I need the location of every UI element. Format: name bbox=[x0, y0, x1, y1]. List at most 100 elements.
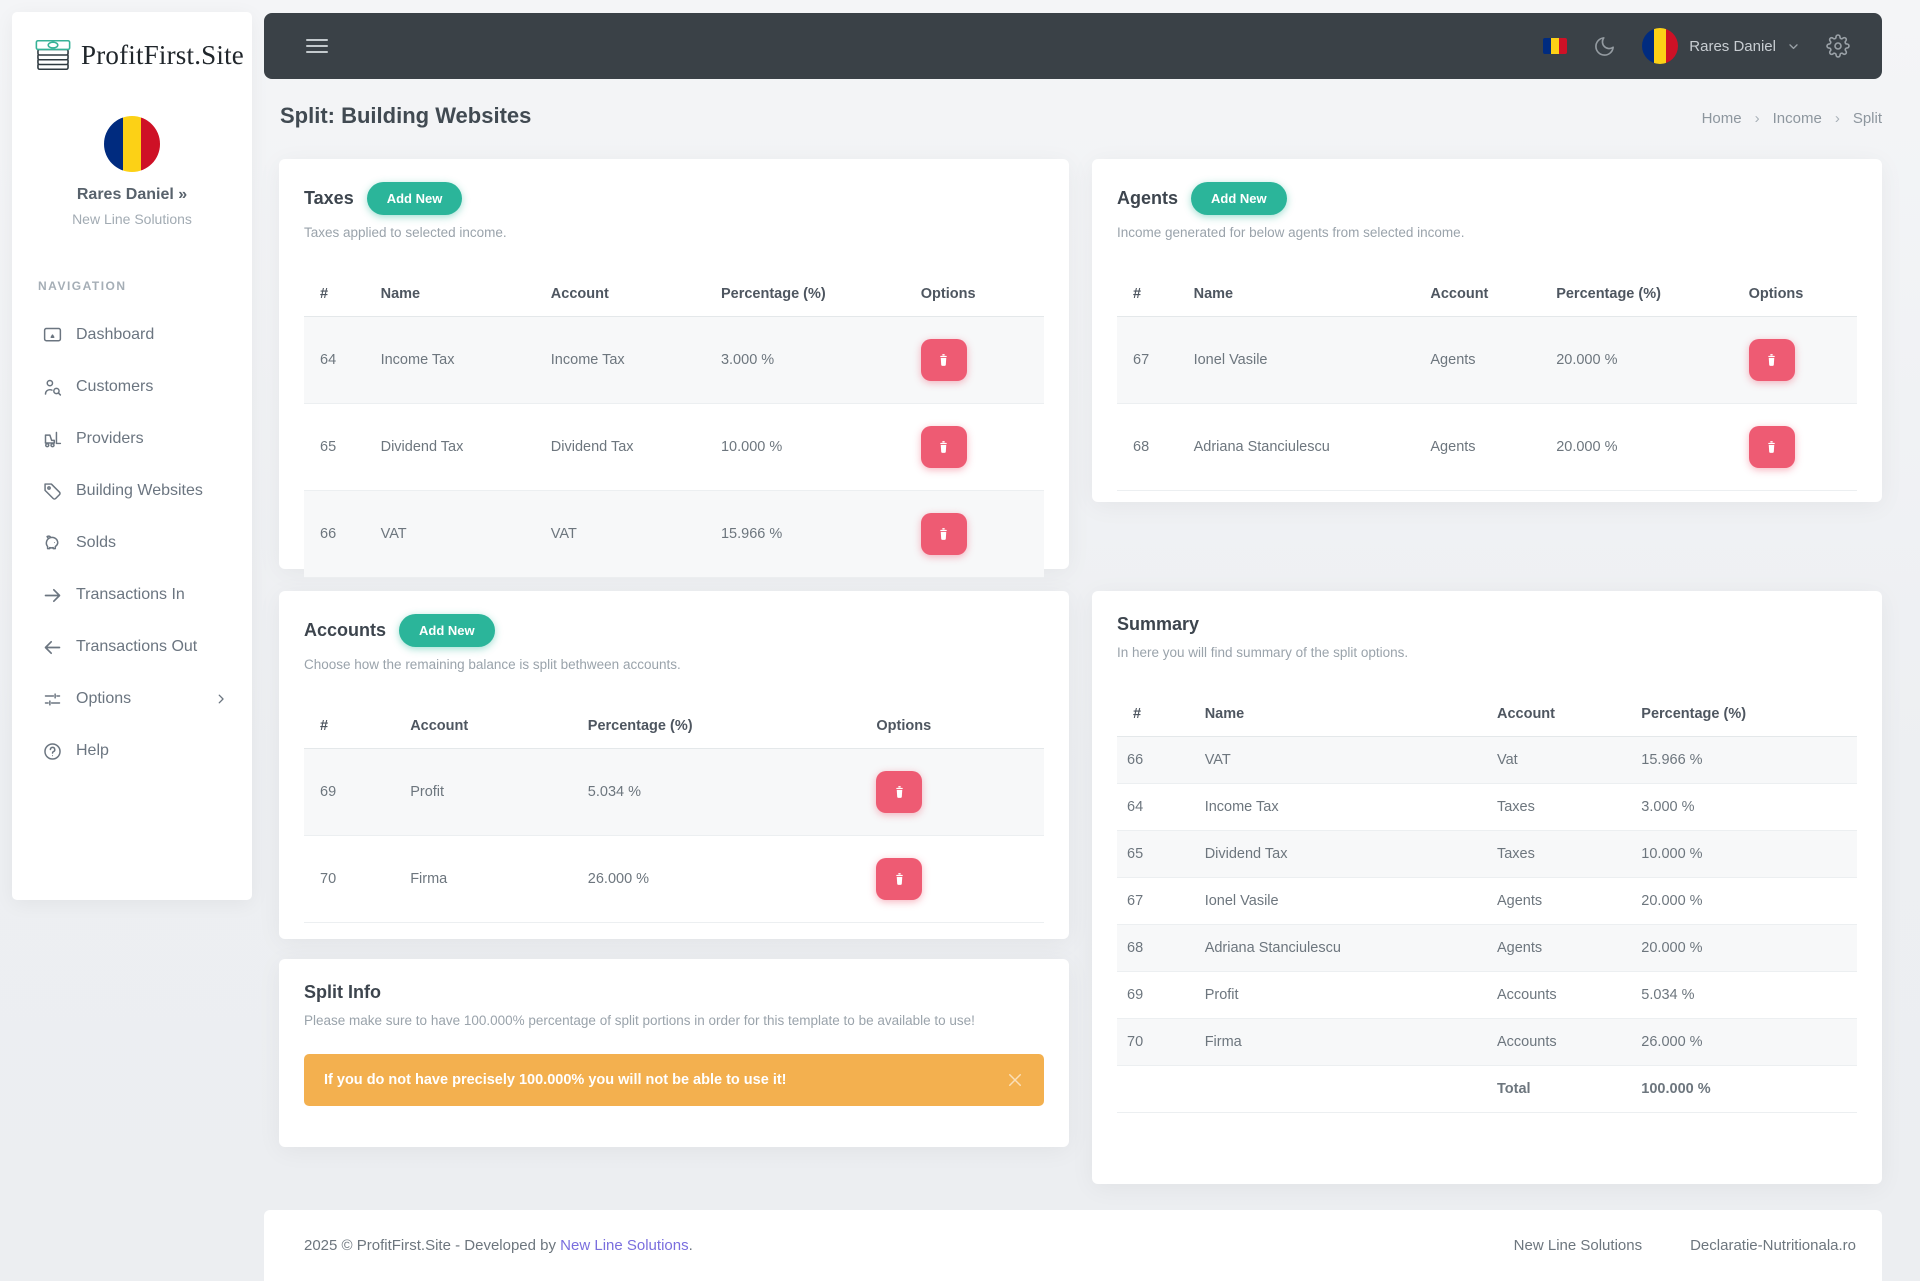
sidebar-item-help[interactable]: Help bbox=[12, 725, 252, 777]
sidebar-item-label: Transactions Out bbox=[76, 638, 198, 655]
sidebar: ProfitFirst.Site Rares Daniel » New Line… bbox=[12, 12, 252, 900]
table-row: 68 Adriana Stanciulescu Agents 20.000 % bbox=[1117, 404, 1857, 491]
developer-link[interactable]: New Line Solutions bbox=[560, 1237, 688, 1254]
footer-links: New Line Solutions Declaratie-Nutritiona… bbox=[1514, 1237, 1856, 1254]
table-cell: Profit bbox=[1204, 987, 1239, 1003]
table-cell: Ionel Vasile bbox=[1193, 352, 1268, 368]
sidebar-nav: Dashboard Customers Providers Building W… bbox=[12, 309, 252, 777]
column-header: Account bbox=[400, 704, 578, 749]
sidebar-item-customers[interactable]: Customers bbox=[12, 361, 252, 413]
column-header: Name bbox=[1194, 692, 1487, 737]
table-cell: Income Tax bbox=[380, 352, 455, 368]
table-cell: VAT bbox=[1204, 752, 1231, 768]
add-new-agent-button[interactable]: Add New bbox=[1191, 182, 1287, 215]
taxes-table: # Name Account Percentage (%) Options 64… bbox=[304, 272, 1044, 578]
options-cell bbox=[1739, 317, 1857, 404]
sidebar-item-label: Dashboard bbox=[76, 326, 155, 343]
sidebar-item-options[interactable]: Options bbox=[12, 673, 252, 725]
table-row: 69 Profit 5.034 % bbox=[304, 748, 1044, 836]
delete-button[interactable] bbox=[876, 771, 923, 813]
breadcrumb-home[interactable]: Home bbox=[1702, 110, 1742, 127]
footer-link-new-line-solutions[interactable]: New Line Solutions bbox=[1514, 1237, 1642, 1254]
delete-button[interactable] bbox=[1748, 339, 1795, 381]
column-header: Account bbox=[1486, 692, 1632, 737]
chevron-down-icon bbox=[1789, 43, 1798, 49]
add-new-account-button[interactable]: Add New bbox=[399, 614, 495, 647]
delete-button[interactable] bbox=[920, 513, 967, 555]
breadcrumb-separator: › bbox=[1754, 110, 1760, 127]
sidebar-item-providers[interactable]: Providers bbox=[12, 413, 252, 465]
warning-alert: If you do not have precisely 100.000% yo… bbox=[304, 1054, 1044, 1106]
user-name: Rares Daniel bbox=[1689, 37, 1776, 55]
table-row: 69 Profit Accounts 5.034 % bbox=[1117, 972, 1857, 1019]
trash-icon bbox=[940, 528, 948, 540]
breadcrumb-separator: › bbox=[1834, 110, 1840, 127]
piggy-bank-icon bbox=[45, 534, 59, 549]
forklift-icon bbox=[44, 431, 62, 447]
table-cell: VAT bbox=[380, 526, 407, 542]
trash-icon bbox=[1768, 441, 1775, 453]
table-row: 67 Ionel Vasile Agents 20.000 % bbox=[1117, 878, 1857, 925]
sidebar-item-dashboard[interactable]: Dashboard bbox=[12, 309, 252, 361]
delete-button[interactable] bbox=[920, 339, 967, 381]
copyright-suffix: . bbox=[688, 1237, 693, 1254]
table-cell: 68 bbox=[1133, 439, 1150, 455]
table-row: 68 Adriana Stanciulescu Agents 20.000 % bbox=[1117, 924, 1857, 972]
table-cell: 5.034 % bbox=[1641, 987, 1695, 1003]
settings-button[interactable] bbox=[1826, 34, 1850, 58]
profile-name[interactable]: Rares Daniel » bbox=[12, 186, 252, 204]
card-title: Summary bbox=[1117, 614, 1200, 634]
moon-icon bbox=[1595, 36, 1615, 56]
sliders-icon bbox=[44, 692, 61, 706]
table-row: 66 VAT Vat 15.966 % bbox=[1117, 736, 1857, 784]
options-cell bbox=[866, 836, 1044, 923]
user-avatar bbox=[1642, 28, 1679, 64]
delete-button[interactable] bbox=[920, 426, 967, 468]
card-subtitle: Choose how the remaining balance is spli… bbox=[304, 657, 681, 672]
footer-link-declaratie[interactable]: Declaratie-Nutritionala.ro bbox=[1690, 1237, 1856, 1254]
table-cell: Ionel Vasile bbox=[1204, 893, 1279, 909]
table-cell: 66 bbox=[1127, 752, 1144, 768]
sidebar-item-building-websites[interactable]: Building Websites bbox=[12, 465, 252, 517]
table-cell: 70 bbox=[320, 871, 337, 887]
sidebar-item-transactions-out[interactable]: Transactions Out bbox=[12, 621, 252, 673]
card-title: Accounts bbox=[304, 620, 387, 640]
add-new-tax-button[interactable]: Add New bbox=[366, 182, 463, 215]
table-cell: 20.000 % bbox=[1556, 439, 1618, 455]
copyright: 2025 © ProfitFirst.Site - Developed by N… bbox=[304, 1237, 693, 1254]
breadcrumb-income[interactable]: Income bbox=[1773, 110, 1822, 127]
close-icon[interactable] bbox=[1006, 1071, 1024, 1089]
summary-card: Summary In here you will find summary of… bbox=[1092, 591, 1882, 1184]
arrow-right-icon bbox=[44, 588, 61, 602]
trash-icon bbox=[940, 441, 948, 453]
sidebar-item-solds[interactable]: Solds bbox=[12, 517, 252, 569]
table-cell: Income Tax bbox=[550, 352, 625, 368]
sidebar-item-label: Solds bbox=[76, 534, 117, 551]
tag-icon bbox=[44, 482, 61, 500]
money-stack-icon bbox=[35, 39, 71, 71]
table-cell: 3.000 % bbox=[1641, 799, 1695, 815]
menu-icon[interactable] bbox=[306, 35, 328, 57]
delete-button[interactable] bbox=[1748, 426, 1795, 468]
card-title: Split Info bbox=[304, 982, 381, 1002]
total-row: Total 100.000 % bbox=[1117, 1065, 1857, 1113]
sidebar-item-transactions-in[interactable]: Transactions In bbox=[12, 569, 252, 621]
brand-logo[interactable]: ProfitFirst.Site bbox=[12, 12, 252, 72]
table-row: 70 Firma 26.000 % bbox=[304, 836, 1044, 923]
column-header: Percentage (%) bbox=[710, 272, 911, 317]
user-menu[interactable]: Rares Daniel bbox=[1642, 28, 1800, 64]
table-row: 67 Ionel Vasile Agents 20.000 % bbox=[1117, 316, 1857, 404]
language-flag-icon[interactable] bbox=[1543, 38, 1568, 54]
column-header: # bbox=[1117, 272, 1184, 317]
trash-icon bbox=[896, 873, 903, 885]
dark-mode-toggle[interactable] bbox=[1593, 35, 1616, 58]
table-cell: 66 bbox=[320, 526, 337, 542]
table-cell: 10.000 % bbox=[1641, 846, 1703, 862]
table-cell: Profit bbox=[410, 784, 445, 800]
alert-text: If you do not have precisely 100.000% yo… bbox=[324, 1072, 787, 1088]
accounts-table: # Account Percentage (%) Options 69 Profi… bbox=[304, 704, 1044, 923]
table-cell: 70 bbox=[1127, 1034, 1144, 1050]
table-cell: Vat bbox=[1496, 752, 1518, 768]
avatar bbox=[104, 116, 160, 172]
delete-button[interactable] bbox=[876, 858, 923, 900]
